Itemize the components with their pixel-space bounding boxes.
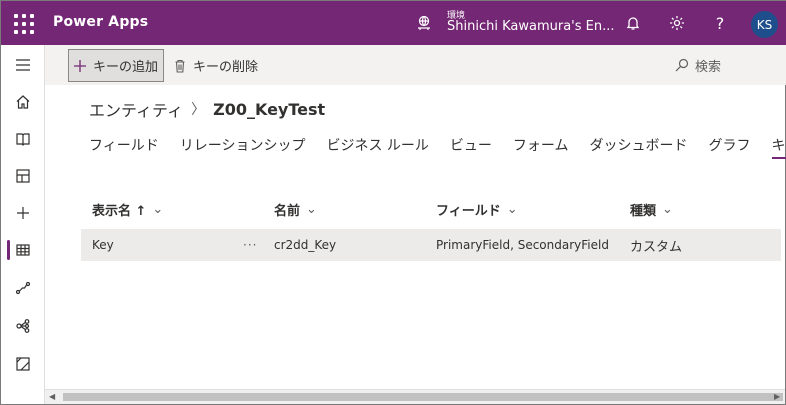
column-name[interactable]: 名前 ⌄ [274, 197, 317, 221]
left-nav [1, 45, 45, 404]
plus-icon [74, 59, 86, 72]
horizontal-scrollbar[interactable]: ◀ ▶ [45, 389, 785, 404]
top-bar: Power Apps 環境 Shinichi Kawamura's En... … [1, 1, 786, 45]
breadcrumb: エンティティ 〉 Z00_KeyTest [89, 97, 325, 121]
tab-relationships[interactable]: リレーションシップ [180, 135, 306, 159]
book-icon[interactable] [1, 121, 45, 157]
search-placeholder: 検索 [695, 59, 722, 75]
chevron-down-icon: ⌄ [306, 201, 317, 217]
table-icon[interactable] [1, 232, 45, 268]
cell-fields: PrimaryField, SecondaryField [436, 238, 609, 252]
chevron-down-icon: ⌄ [662, 201, 673, 217]
column-name-label: 名前 [274, 203, 301, 219]
gear-icon[interactable] [667, 13, 687, 33]
apps-icon[interactable] [1, 158, 45, 194]
scrollbar-thumb[interactable] [63, 393, 783, 401]
column-fields-label: フィールド [436, 203, 501, 219]
tab-dashboards[interactable]: ダッシュボード [590, 135, 688, 159]
app-name[interactable]: Power Apps [53, 14, 148, 30]
add-key-label: キーの追加 [93, 60, 159, 75]
breadcrumb-current: Z00_KeyTest [213, 99, 326, 119]
column-type[interactable]: 種類 ⌄ [630, 197, 673, 221]
grid-header: 表示名 ↑ ⌄ 名前 ⌄ フィールド ⌄ 種類 ⌄ [81, 197, 781, 221]
tab-forms[interactable]: フォーム [513, 135, 569, 159]
search-icon [675, 58, 689, 72]
entity-tabs: フィールド リレーションシップ ビジネス ルール ビュー フォーム ダッシュボード グラフキ… [89, 135, 786, 161]
column-display-name-label: 表示名 ↑ [92, 203, 147, 219]
solutions-icon[interactable] [1, 346, 45, 382]
trash-icon [175, 59, 185, 73]
table-row[interactable]: Key ··· cr2dd_Key PrimaryField, Secondar… [81, 229, 781, 261]
column-type-label: 種類 [630, 203, 657, 219]
flow-icon[interactable] [1, 270, 45, 306]
tab-business-rules[interactable]: ビジネス ルール [326, 135, 428, 159]
cell-display-name[interactable]: Key [92, 229, 114, 261]
delete-key-button[interactable]: キーの削除 [169, 49, 262, 82]
scroll-right-icon[interactable]: ▶ [774, 392, 780, 401]
bell-icon[interactable] [623, 13, 643, 33]
ai-icon[interactable] [1, 308, 45, 344]
chevron-down-icon: ⌄ [152, 201, 164, 217]
help-icon[interactable]: ? [710, 13, 730, 33]
plus-icon[interactable] [1, 195, 45, 231]
add-key-button[interactable]: キーの追加 [68, 49, 164, 82]
command-bar: キーの追加 キーの削除 検索 [45, 45, 786, 85]
more-options-icon[interactable]: ··· [243, 229, 257, 261]
tab-fields[interactable]: フィールド [89, 135, 159, 159]
hamburger-icon[interactable] [1, 47, 45, 83]
app-launcher-icon[interactable] [13, 13, 34, 34]
home-icon[interactable] [1, 84, 45, 120]
breadcrumb-entities[interactable]: エンティティ [89, 97, 183, 121]
delete-key-label: キーの削除 [193, 60, 259, 75]
environment-name[interactable]: Shinichi Kawamura's En... [447, 19, 615, 34]
chevron-right-icon: 〉 [191, 102, 206, 118]
cell-name: cr2dd_Key [274, 238, 337, 252]
scroll-left-icon[interactable]: ◀ [49, 392, 55, 401]
cell-type: カスタム [630, 239, 683, 255]
tab-views[interactable]: ビュー [450, 135, 492, 159]
chevron-down-icon: ⌄ [506, 201, 518, 217]
search-input[interactable]: 検索 [675, 55, 721, 75]
environment-icon[interactable] [416, 15, 432, 31]
column-fields[interactable]: フィールド ⌄ [436, 197, 518, 221]
avatar[interactable]: KS [751, 11, 778, 38]
tab-charts[interactable]: グラフ [709, 135, 751, 159]
column-display-name[interactable]: 表示名 ↑ ⌄ [92, 197, 163, 221]
tab-keys[interactable]: キー [771, 135, 786, 159]
